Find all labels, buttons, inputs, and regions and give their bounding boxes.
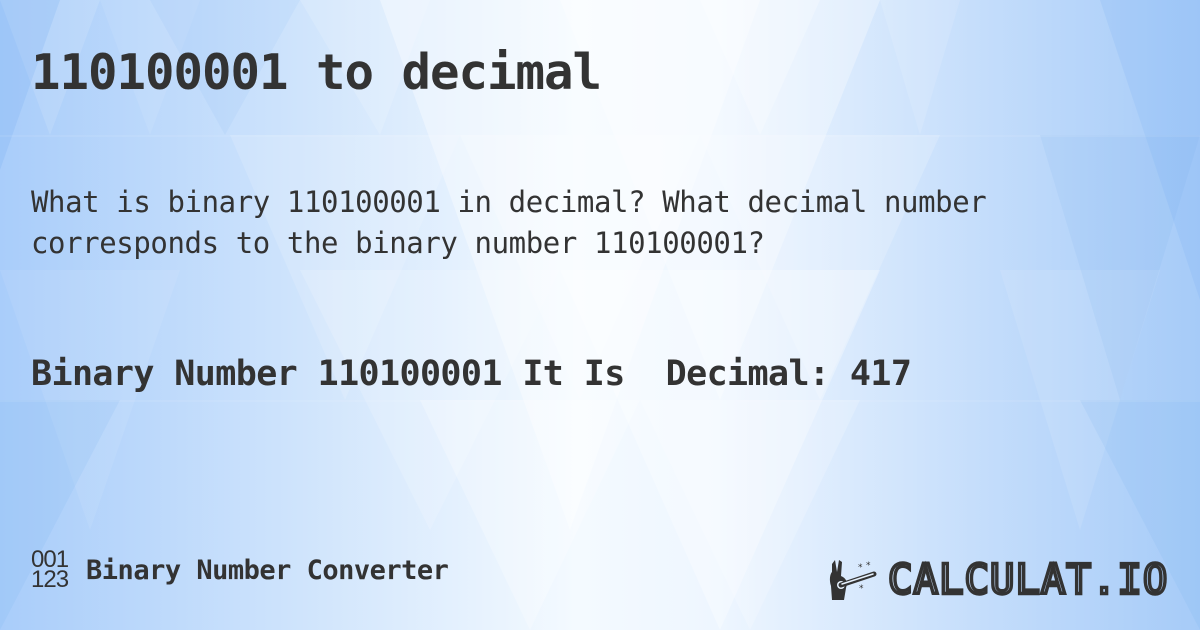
logo-wordmark: CALCULAT.IO	[888, 560, 1178, 600]
converter-label: 001 123 Binary Number Converter	[31, 548, 449, 593]
question-text: What is binary 110100001 in decimal? Wha…	[31, 185, 987, 260]
svg-text:*: *	[859, 584, 864, 594]
svg-text:*: *	[858, 563, 863, 573]
magic-wand-hand-icon: * * *	[829, 560, 877, 600]
answer-text: Binary Number 110100001 It Is Decimal: 4…	[31, 354, 912, 394]
calculat-logo[interactable]: * * * CALCULAT.IO	[828, 558, 1178, 602]
binary-icon-bottom: 123	[31, 566, 69, 593]
svg-text:*: *	[866, 561, 871, 571]
converter-name: Binary Number Converter	[86, 554, 449, 586]
page-title: 110100001 to decimal	[31, 44, 602, 101]
logo-text: CALCULAT.IO	[888, 560, 1168, 600]
binary-digits-icon: 001 123	[31, 548, 69, 593]
